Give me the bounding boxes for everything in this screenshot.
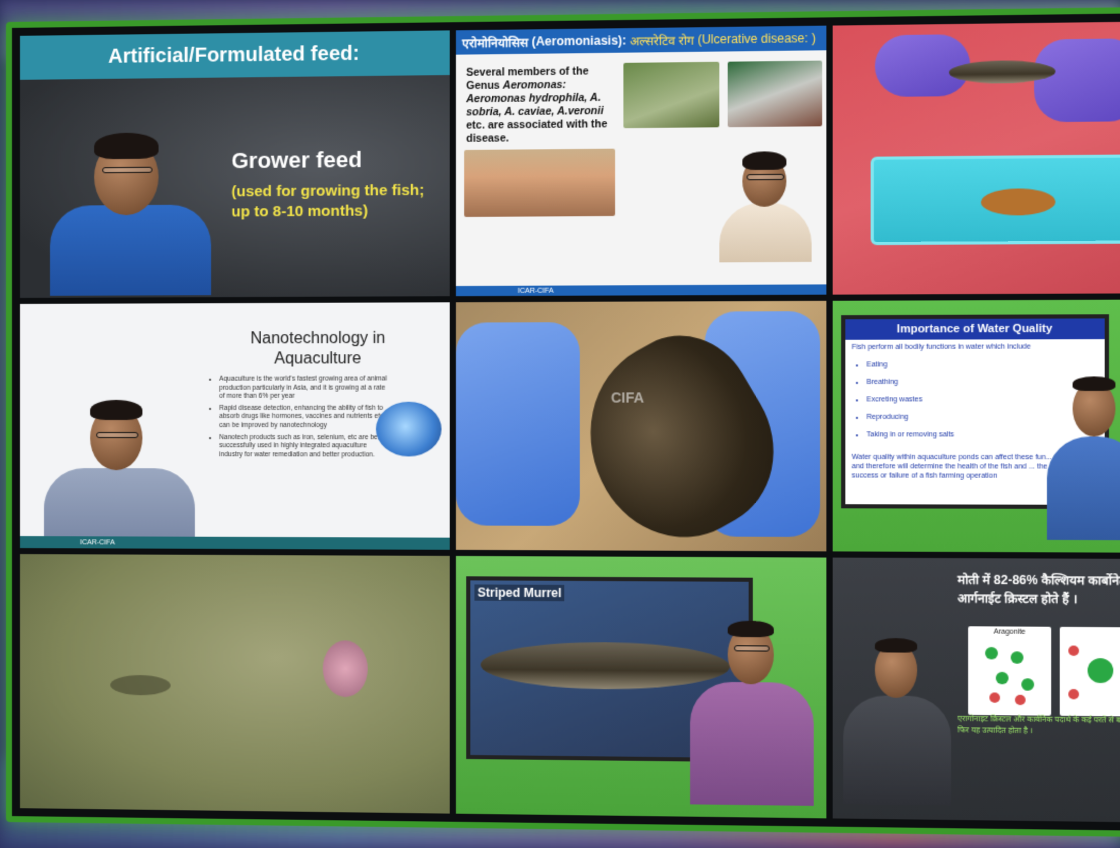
fish-shadow — [110, 674, 171, 696]
slide-subtitle: (used for growing the fish; up to 8-10 m… — [231, 181, 425, 221]
bullet-list: Aquaculture is the world's fastest growi… — [209, 375, 392, 462]
header-english: (Aeromoniasis): — [531, 33, 627, 49]
panel-murky-water — [19, 554, 450, 814]
header-hindi-2: अल्सरेटिव रोग — [629, 32, 695, 49]
header-paren: (Ulcerative disease: ) — [697, 30, 816, 47]
fish-photo-3 — [464, 148, 616, 217]
bullet-item: Nanotech products such as iron, selenium… — [219, 434, 392, 460]
panel-body: Grower feed (used for growing the fish; … — [19, 75, 450, 298]
presenter — [713, 149, 818, 263]
fish-photo-2 — [727, 60, 823, 128]
panel-striped-murrel: Striped Murrel — [455, 555, 827, 819]
presenter — [839, 630, 955, 806]
fish-school-image — [375, 401, 442, 457]
panel-nanotechnology: Nanotechnology in Aquaculture Aquacultur… — [19, 302, 450, 550]
bullet-item: Aquaculture is the world's fastest growi… — [219, 375, 392, 401]
slide-title: मोती में 82-86% कैल्शियम कार्बोनेट के आर… — [957, 572, 1120, 607]
panel-pearl-aragonite: मोती में 82-86% कैल्शियम कार्बोनेट के आर… — [832, 557, 1120, 823]
panel-header: Artificial/Formulated feed: — [19, 30, 450, 80]
slide-title: Striped Murrel — [474, 584, 565, 602]
glove-right — [1034, 38, 1120, 123]
slide-title: Nanotechnology in Aquaculture — [250, 329, 386, 368]
glove-left — [455, 322, 580, 526]
panel-artificial-feed: Artificial/Formulated feed: Grower feed … — [19, 30, 450, 298]
crystal-structure-diagram — [1059, 626, 1120, 717]
bullet-item: Rapid disease detection, enhancing the a… — [219, 405, 392, 431]
bullet-list: Eating Breathing Excreting wastes Reprod… — [856, 356, 954, 444]
slide-note: एरागोनाइट क्रिस्टल और कार्बनिक पदार्थ के… — [957, 713, 1120, 736]
body-line-3: etc. are associated with the disease. — [466, 118, 608, 145]
presenter — [40, 118, 221, 298]
header-hindi: एरोमोनियोसिस — [462, 34, 529, 51]
slide-intro: Fish perform all bodily functions in wat… — [851, 343, 1031, 352]
diagram-label: Aragonite — [993, 628, 1026, 636]
bullet-item: Breathing — [866, 374, 954, 392]
watermark: CIFA — [610, 389, 645, 406]
stage: Artificial/Formulated feed: Grower feed … — [0, 0, 1120, 848]
presenter — [1041, 366, 1120, 542]
presenter — [684, 614, 820, 806]
bullet-item: Excreting wastes — [866, 391, 954, 409]
video-wall: Artificial/Formulated feed: Grower feed … — [6, 6, 1120, 838]
panel-aeromoniasis: एरोमोनियोसिस (Aeromoniasis): अल्सरेटिव र… — [455, 25, 827, 297]
presenter — [34, 396, 205, 547]
fish-photo-1 — [623, 61, 720, 129]
slide-text: Several members of the Genus Aeromonas: … — [466, 65, 621, 146]
panel-header: एरोमोनियोसिस (Aeromoniasis): अल्सरेटिव र… — [455, 25, 827, 55]
bullet-item: Eating — [866, 356, 954, 374]
slide-title: Grower feed — [231, 146, 362, 174]
slide-note: Water quality within aquaculture ponds c… — [851, 453, 1052, 480]
slide-footer: ICAR-CIFA — [455, 284, 827, 297]
splash — [322, 640, 368, 698]
panel-water-quality: Importance of Water Quality Fish perform… — [832, 299, 1120, 553]
bullet-item: Reproducing — [866, 409, 954, 427]
panel-fish-tray — [832, 21, 1120, 295]
bullet-item: Taking in or removing salts — [866, 426, 954, 444]
slide-footer: ICAR-CIFA — [19, 536, 450, 550]
panel-mussel-dissection: CIFA — [455, 300, 827, 552]
slide-title: Importance of Water Quality — [845, 318, 1105, 340]
video-grid: Artificial/Formulated feed: Grower feed … — [19, 21, 1120, 823]
aragonite-diagram: Aragonite — [968, 626, 1052, 716]
